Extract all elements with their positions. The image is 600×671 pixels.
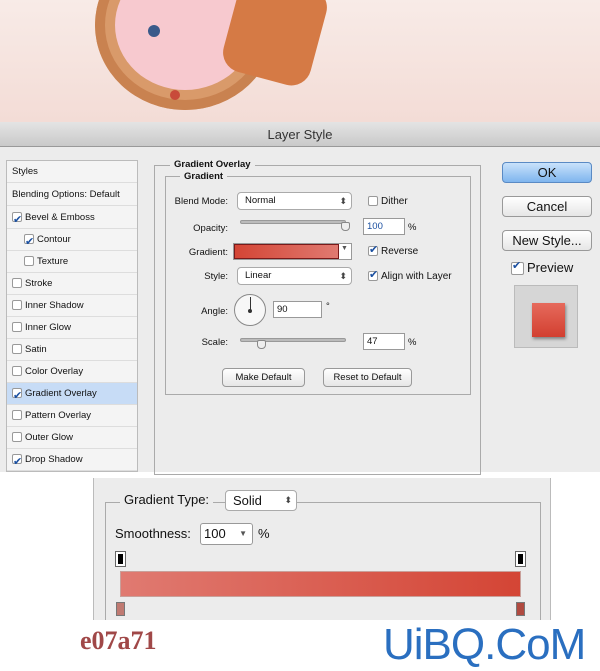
preview-thumbnail [514, 285, 578, 348]
checkbox-icon[interactable] [12, 278, 22, 289]
checkbox-icon[interactable] [12, 451, 22, 473]
new-style-button[interactable]: New Style... [502, 230, 592, 251]
scale-input[interactable]: 47 [363, 333, 405, 350]
watermark-logo: UiBQ.CoM [383, 620, 586, 669]
style-item-label: Contour [37, 234, 71, 245]
checkbox-icon[interactable] [12, 432, 22, 443]
checkbox-icon [368, 268, 378, 282]
reverse-checkbox[interactable]: Reverse [368, 243, 419, 257]
scale-unit: % [408, 337, 417, 348]
align-label: Align with Layer [381, 271, 452, 282]
color-stop-left[interactable] [116, 602, 125, 616]
angle-dial[interactable] [234, 294, 266, 326]
style-item-pattern-overlay[interactable]: Pattern Overlay [7, 405, 137, 427]
angle-input[interactable]: 90 [273, 301, 322, 318]
gradient-bar[interactable] [120, 571, 521, 597]
smoothness-input[interactable]: 100 ▼ [200, 523, 253, 545]
checkbox-icon[interactable] [12, 385, 22, 407]
style-item-label: Gradient Overlay [25, 388, 97, 399]
style-item-gradient-overlay[interactable]: Gradient Overlay [7, 383, 137, 407]
gradient-swatch[interactable] [234, 244, 339, 259]
subgroup-title: Gradient [180, 171, 228, 182]
blend-mode-select[interactable]: Normal [237, 192, 352, 210]
checkbox-icon [511, 259, 524, 276]
style-item-label: Inner Shadow [25, 300, 84, 311]
style-select[interactable]: Linear [237, 267, 352, 285]
style-item-label: Stroke [25, 278, 53, 289]
smoothness-unit: % [258, 526, 270, 541]
align-with-layer-checkbox[interactable]: Align with Layer [368, 268, 452, 282]
preview-swatch [532, 303, 565, 337]
angle-unit: ° [326, 301, 330, 312]
gradient-type-select[interactable]: Solid [225, 490, 297, 511]
styles-header[interactable]: Styles [7, 161, 137, 183]
color-stop-right[interactable] [516, 602, 525, 616]
checkbox-icon[interactable] [12, 322, 22, 333]
gradient-type-label: Gradient Type: [120, 492, 214, 507]
color-hex-caption: e07a71 [80, 626, 157, 655]
opacity-slider-thumb[interactable] [341, 222, 350, 231]
dropdown-arrow-icon[interactable]: ▼ [341, 245, 348, 252]
angle-label: Angle: [201, 306, 228, 317]
opacity-label: Opacity: [193, 223, 228, 234]
dither-checkbox[interactable]: Dither [368, 196, 408, 207]
style-item-label: Outer Glow [25, 432, 74, 443]
smoothness-value: 100 [204, 526, 226, 541]
dialog-title: Layer Style [0, 122, 600, 147]
checkbox-icon[interactable] [12, 209, 22, 231]
dropdown-arrow-icon: ▼ [239, 529, 247, 538]
style-item-label: Drop Shadow [25, 454, 83, 465]
style-item-texture[interactable]: Texture [7, 251, 137, 273]
checkbox-icon[interactable] [12, 344, 22, 355]
scale-slider[interactable] [240, 338, 346, 342]
style-item-label: Bevel & Emboss [25, 212, 95, 223]
gradient-picker[interactable]: ▼ [233, 243, 352, 260]
style-item-drop-shadow[interactable]: Drop Shadow [7, 449, 137, 473]
checkbox-icon[interactable] [12, 366, 22, 377]
opacity-unit: % [408, 222, 417, 233]
checkbox-icon[interactable] [24, 231, 34, 253]
dither-label: Dither [381, 196, 408, 207]
checkbox-icon [368, 243, 378, 257]
scale-label: Scale: [201, 337, 228, 348]
gradient-label: Gradient: [188, 247, 228, 258]
preview-checkbox[interactable]: Preview [511, 259, 574, 276]
opacity-slider[interactable] [240, 220, 346, 224]
style-item-label: Pattern Overlay [25, 410, 91, 421]
checkbox-icon [368, 196, 378, 207]
gradient-type-group [105, 502, 541, 620]
style-item-inner-glow[interactable]: Inner Glow [7, 317, 137, 339]
style-item-label: Color Overlay [25, 366, 84, 377]
opacity-input[interactable]: 100 [363, 218, 405, 235]
checkbox-icon[interactable] [12, 300, 22, 311]
reverse-label: Reverse [381, 246, 419, 257]
preview-label: Preview [527, 260, 574, 275]
checkbox-icon[interactable] [12, 410, 22, 421]
style-item-inner-shadow[interactable]: Inner Shadow [7, 295, 137, 317]
scale-slider-thumb[interactable] [257, 340, 266, 349]
style-item-label: Texture [37, 256, 69, 267]
style-item-stroke[interactable]: Stroke [7, 273, 137, 295]
styles-list: Styles Blending Options: Default Bevel &… [6, 160, 138, 473]
style-item-outer-glow[interactable]: Outer Glow [7, 427, 137, 449]
group-title: Gradient Overlay [170, 159, 255, 170]
blending-options[interactable]: Blending Options: Default [7, 184, 137, 206]
checkbox-icon[interactable] [24, 256, 34, 267]
make-default-button[interactable]: Make Default [222, 368, 305, 387]
style-item-label: Inner Glow [25, 322, 71, 333]
style-item-color-overlay[interactable]: Color Overlay [7, 361, 137, 383]
reset-to-default-button[interactable]: Reset to Default [323, 368, 412, 387]
style-item-satin[interactable]: Satin [7, 339, 137, 361]
style-item-bevel-emboss[interactable]: Bevel & Emboss [7, 207, 137, 231]
blend-mode-label: Blend Mode: [174, 196, 228, 207]
style-item-contour[interactable]: Contour [7, 229, 137, 253]
smoothness-label: Smoothness: [115, 526, 191, 541]
opacity-stop-right[interactable] [515, 551, 526, 567]
cookie-letter-image [0, 0, 600, 122]
cancel-button[interactable]: Cancel [502, 196, 592, 217]
opacity-stop-left[interactable] [115, 551, 126, 567]
style-label: Style: [204, 271, 228, 282]
ok-button[interactable]: OK [502, 162, 592, 183]
style-item-label: Satin [25, 344, 47, 355]
